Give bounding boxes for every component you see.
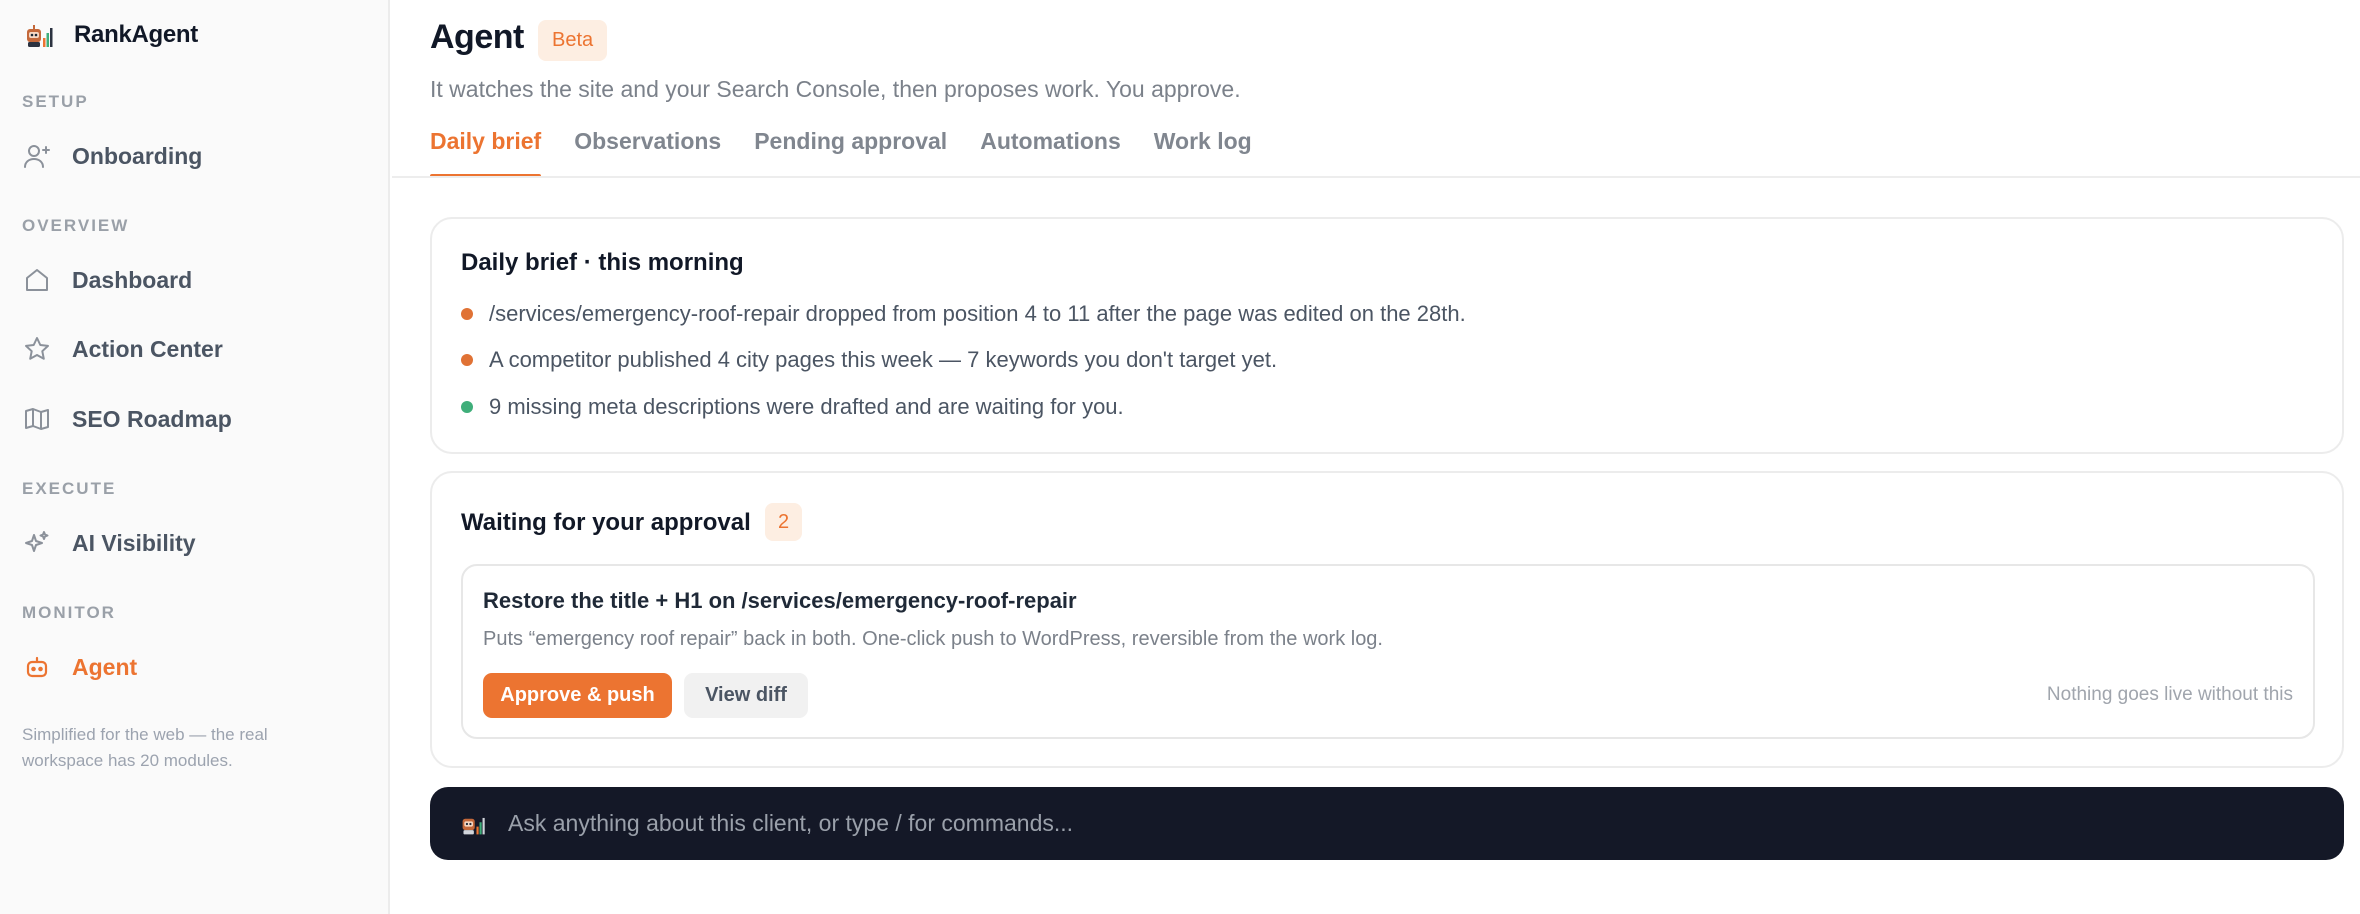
- sidebar-item-ai-visibility[interactable]: AI Visibility: [22, 518, 372, 568]
- main-content: Agent Beta It watches the site and your …: [392, 0, 2360, 914]
- brief-item: A competitor published 4 city pages this…: [461, 347, 1277, 373]
- tab-automations[interactable]: Automations: [980, 124, 1121, 178]
- sidebar-item-label: SEO Roadmap: [72, 405, 232, 432]
- sidebar-item-label: Action Center: [72, 335, 223, 362]
- proposal-note: Nothing goes live without this: [2046, 684, 2293, 705]
- map-icon: [22, 404, 52, 434]
- proposal-item: Restore the title + H1 on /services/emer…: [461, 564, 2315, 739]
- brand[interactable]: RankAgent: [24, 18, 198, 52]
- proposal-title: Restore the title + H1 on /services/emer…: [483, 588, 1077, 613]
- sidebar-item-label: Onboarding: [72, 142, 203, 169]
- approve-push-button[interactable]: Approve & push: [483, 673, 672, 718]
- sidebar-item-onboarding[interactable]: Onboarding: [22, 131, 372, 181]
- status-dot: [461, 308, 473, 320]
- status-dot: [461, 354, 473, 366]
- sidebar-item-label: Agent: [72, 653, 138, 680]
- user-plus-icon: [22, 141, 52, 171]
- proposal-description: Puts “emergency roof repair” back in bot…: [483, 628, 1383, 650]
- section-label-execute: EXECUTE: [22, 479, 117, 498]
- tab-observations[interactable]: Observations: [574, 124, 721, 178]
- beta-badge: Beta: [538, 20, 608, 61]
- brief-item-text: A competitor published 4 city pages this…: [489, 347, 1278, 372]
- approval-count-badge: 2: [765, 503, 802, 541]
- ask-bar: [430, 787, 2344, 860]
- section-label-overview: OVERVIEW: [22, 216, 130, 235]
- brief-item-text: /services/emergency-roof-repair dropped …: [489, 301, 1466, 326]
- sidebar-item-label: AI Visibility: [72, 529, 196, 556]
- sidebar-item-action-center[interactable]: Action Center: [22, 324, 372, 374]
- robot-chart-icon: [27, 25, 53, 47]
- status-dot: [461, 401, 473, 413]
- sidebar-item-dashboard[interactable]: Dashboard: [22, 255, 372, 305]
- star-icon: [22, 334, 52, 364]
- sidebar-item-seo-roadmap[interactable]: SEO Roadmap: [22, 394, 372, 444]
- daily-brief-title: Daily brief · this morning: [461, 249, 744, 276]
- approval-card: Waiting for your approval 2 Restore the …: [430, 471, 2344, 768]
- tab-pending-approval[interactable]: Pending approval: [754, 124, 947, 178]
- sidebar-item-agent[interactable]: Agent: [22, 642, 372, 692]
- sidebar-note: Simplified for the web — the real worksp…: [22, 725, 268, 770]
- section-label-setup: SETUP: [22, 92, 89, 111]
- approval-title: Waiting for your approval: [461, 509, 751, 536]
- tab-bar: Daily brief Observations Pending approva…: [430, 124, 1285, 178]
- page-subtitle: It watches the site and your Search Cons…: [430, 76, 1241, 102]
- view-diff-button[interactable]: View diff: [684, 673, 808, 718]
- tabs-divider: [392, 176, 2360, 178]
- tab-work-log[interactable]: Work log: [1154, 124, 1252, 178]
- brief-item: 9 missing meta descriptions were drafted…: [461, 394, 1124, 420]
- sparkles-icon: [22, 528, 52, 558]
- daily-brief-card: Daily brief · this morning /services/eme…: [430, 217, 2344, 454]
- ask-input[interactable]: [508, 810, 2344, 837]
- section-label-monitor: MONITOR: [22, 603, 116, 622]
- tab-daily-brief[interactable]: Daily brief: [430, 124, 542, 178]
- robot-chart-icon: [462, 817, 485, 834]
- robot-icon: [22, 652, 52, 682]
- brief-item: /services/emergency-roof-repair dropped …: [461, 301, 1466, 327]
- sidebar: RankAgent SETUP Onboarding OVERVIEW Dash…: [0, 0, 390, 914]
- sidebar-item-label: Dashboard: [72, 266, 193, 293]
- brand-name: RankAgent: [74, 21, 198, 48]
- home-icon: [22, 265, 52, 295]
- page-title: Agent: [430, 18, 524, 56]
- brief-item-text: 9 missing meta descriptions were drafted…: [489, 394, 1124, 419]
